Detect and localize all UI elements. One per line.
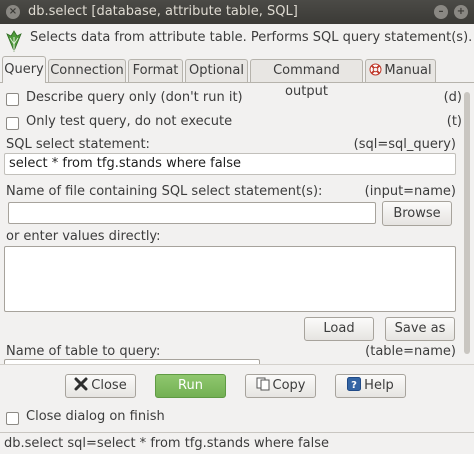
test-key: (t) [446,114,462,129]
close-on-finish-option[interactable]: Close dialog on finish [6,409,462,427]
title-bar: × db.select [database, attribute table, … [0,0,474,24]
load-label: Load [323,321,355,336]
grass-logo-icon [6,30,22,52]
tab-command-output[interactable]: Command output [250,59,363,99]
tab-format[interactable]: Format [128,59,183,82]
tab-optional-label: Optional [189,63,244,78]
scrollbar-thumb[interactable] [464,92,470,354]
window-title: db.select [database, attribute table, SQ… [28,4,298,19]
lifebuoy-icon [369,63,382,76]
tab-query-label: Query [4,62,44,77]
file-key: (input=name) [364,184,456,199]
test-option[interactable]: Only test query, do not execute (t) [6,114,462,132]
help-icon: ? [347,377,362,391]
maximize-window-icon[interactable]: + [454,5,468,19]
file-label: Name of file containing SQL select state… [6,184,323,199]
browse-button[interactable]: Browse [382,201,452,226]
tab-optional[interactable]: Optional [185,59,248,82]
sql-key: (sql=sql_query) [353,137,456,152]
close-on-finish-label: Close dialog on finish [26,409,165,424]
enter-label: or enter values directly: [6,229,161,244]
close-button[interactable]: Close [65,374,136,398]
enter-label-row: or enter values directly: [6,229,456,245]
copy-button[interactable]: Copy [245,374,316,398]
module-description: Selects data from attribute table. Perfo… [30,30,473,45]
save-as-label: Save as [394,321,446,336]
table-label: Name of table to query: [6,344,161,359]
describe-checkbox[interactable] [6,93,19,106]
copy-label: Copy [272,378,306,393]
tab-query[interactable]: Query [2,56,46,83]
tab-connection[interactable]: Connection [48,59,126,82]
status-bar: db.select sql=select * from tfg.stands w… [0,432,474,454]
help-button[interactable]: ? Help [335,374,406,398]
describe-key: (d) [443,90,462,105]
panel-scrollbar[interactable] [462,90,472,362]
bottom-separator [0,364,474,365]
run-label: Run [178,378,203,393]
describe-label: Describe query only (don't run it) [26,90,243,105]
tab-manual[interactable]: Manual [365,59,436,82]
close-window-icon[interactable]: × [6,5,20,19]
close-icon [74,377,88,391]
save-as-button[interactable]: Save as [385,317,455,341]
tab-connection-label: Connection [50,63,124,78]
values-textarea[interactable] [4,246,456,312]
sql-input[interactable]: select * from tfg.stands where false [4,153,456,175]
file-label-row: Name of file containing SQL select state… [6,184,456,200]
run-button[interactable]: Run [155,374,226,398]
help-label: Help [364,378,394,393]
load-button[interactable]: Load [304,317,374,341]
module-header: Selects data from attribute table. Perfo… [0,24,474,56]
browse-label: Browse [393,206,441,221]
close-label: Close [91,378,127,393]
describe-option[interactable]: Describe query only (don't run it) (d) [6,90,462,108]
minimize-window-icon[interactable]: – [434,5,448,19]
test-checkbox[interactable] [6,117,19,130]
test-label: Only test query, do not execute [26,114,233,129]
sql-label-row: SQL select statement: (sql=sql_query) [6,137,456,153]
query-panel: Describe query only (don't run it) (d) O… [0,83,474,364]
copy-icon [256,377,269,391]
tab-format-label: Format [132,63,179,78]
tab-bar: Query Connection Format Optional Command… [0,56,474,99]
close-on-finish-checkbox[interactable] [6,412,19,425]
svg-text:?: ? [351,380,357,391]
tab-manual-label: Manual [384,63,432,78]
file-input[interactable] [8,202,376,224]
sql-label: SQL select statement: [6,137,150,152]
table-label-row: Name of table to query: (table=name) [6,344,456,360]
table-key: (table=name) [365,344,456,359]
